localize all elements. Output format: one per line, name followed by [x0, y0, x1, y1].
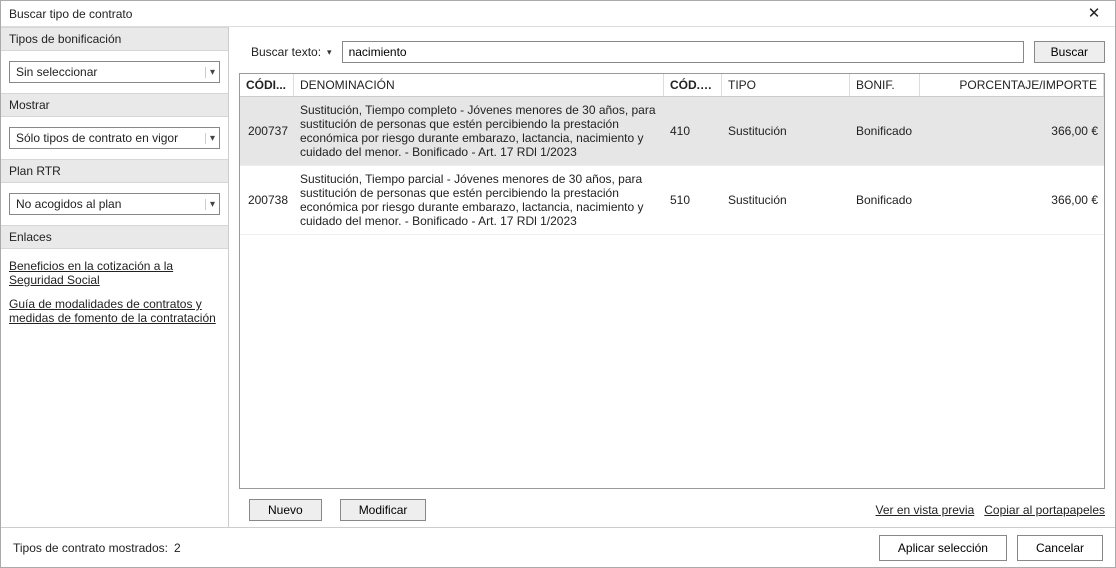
th-tipo[interactable]: TIPO: [722, 74, 850, 96]
below-table: Nuevo Modificar Ver en vista previa Copi…: [239, 499, 1105, 521]
combo-plan-value: No acogidos al plan: [16, 197, 121, 211]
th-bonif[interactable]: BONIF.: [850, 74, 920, 96]
th-pct[interactable]: PORCENTAJE/IMPORTE: [920, 74, 1104, 96]
combo-bonificacion[interactable]: Sin seleccionar ▾: [9, 61, 220, 83]
table-body: 200737Sustitución, Tiempo completo - Jóv…: [240, 97, 1104, 488]
chevron-down-icon: ▾: [205, 67, 215, 78]
table-row[interactable]: 200738Sustitución, Tiempo parcial - Jóve…: [240, 166, 1104, 235]
dialog-window: Buscar tipo de contrato ✕ Tipos de bonif…: [0, 0, 1116, 568]
th-denominacion[interactable]: DENOMINACIÓN: [294, 74, 664, 96]
cell-tipo: Sustitución: [722, 189, 850, 211]
close-icon[interactable]: ✕: [1079, 5, 1109, 23]
link-guia[interactable]: Guía de modalidades de contratos y medid…: [9, 297, 220, 325]
main-panel: Buscar texto: ▾ Buscar CÓDI... DENOMINAC…: [229, 27, 1115, 527]
cell-bonif: Bonificado: [850, 120, 920, 142]
cell-codigo: 200738: [240, 189, 294, 211]
chevron-down-icon: ▾: [205, 199, 215, 210]
search-row: Buscar texto: ▾ Buscar: [239, 41, 1105, 63]
modificar-button[interactable]: Modificar: [340, 499, 427, 521]
status-count: 2: [174, 541, 181, 555]
search-input[interactable]: [342, 41, 1024, 63]
cell-codo: 510: [664, 189, 722, 211]
cell-pct: 366,00 €: [920, 189, 1104, 211]
search-label: Buscar texto:: [251, 45, 321, 59]
table-row[interactable]: 200737Sustitución, Tiempo completo - Jóv…: [240, 97, 1104, 166]
statusbar: Tipos de contrato mostrados: 2 Aplicar s…: [1, 527, 1115, 567]
cell-tipo: Sustitución: [722, 120, 850, 142]
cell-bonif: Bonificado: [850, 189, 920, 211]
cell-pct: 366,00 €: [920, 120, 1104, 142]
link-beneficios[interactable]: Beneficios en la cotización a la Segurid…: [9, 259, 220, 287]
sidebar: Tipos de bonificación Sin seleccionar ▾ …: [1, 27, 229, 527]
nuevo-button[interactable]: Nuevo: [249, 499, 322, 521]
aplicar-button[interactable]: Aplicar selección: [879, 535, 1007, 561]
th-codo[interactable]: CÓD.O...: [664, 74, 722, 96]
status-label: Tipos de contrato mostrados:: [13, 541, 168, 555]
table-header: CÓDI... DENOMINACIÓN CÓD.O... TIPO BONIF…: [240, 74, 1104, 97]
cell-denominacion: Sustitución, Tiempo completo - Jóvenes m…: [294, 97, 664, 165]
search-button[interactable]: Buscar: [1034, 41, 1105, 63]
section-header-enlaces: Enlaces: [1, 225, 228, 249]
body: Tipos de bonificación Sin seleccionar ▾ …: [1, 27, 1115, 527]
cell-codo: 410: [664, 120, 722, 142]
section-header-mostrar: Mostrar: [1, 93, 228, 117]
chevron-down-icon: ▾: [205, 133, 215, 144]
section-header-bonificacion: Tipos de bonificación: [1, 27, 228, 51]
link-copiar[interactable]: Copiar al portapapeles: [984, 503, 1105, 517]
search-dropdown-icon[interactable]: ▾: [327, 47, 332, 58]
combo-mostrar-value: Sólo tipos de contrato en vigor: [16, 131, 178, 145]
combo-bonificacion-value: Sin seleccionar: [16, 65, 97, 79]
cell-denominacion: Sustitución, Tiempo parcial - Jóvenes me…: [294, 166, 664, 234]
combo-mostrar[interactable]: Sólo tipos de contrato en vigor ▾: [9, 127, 220, 149]
cancelar-button[interactable]: Cancelar: [1017, 535, 1103, 561]
cell-codigo: 200737: [240, 120, 294, 142]
window-title: Buscar tipo de contrato: [9, 7, 132, 21]
link-vista-previa[interactable]: Ver en vista previa: [876, 503, 975, 517]
section-header-plan: Plan RTR: [1, 159, 228, 183]
th-codigo[interactable]: CÓDI...: [240, 74, 294, 96]
results-table: CÓDI... DENOMINACIÓN CÓD.O... TIPO BONIF…: [239, 73, 1105, 489]
combo-plan[interactable]: No acogidos al plan ▾: [9, 193, 220, 215]
titlebar: Buscar tipo de contrato ✕: [1, 1, 1115, 27]
